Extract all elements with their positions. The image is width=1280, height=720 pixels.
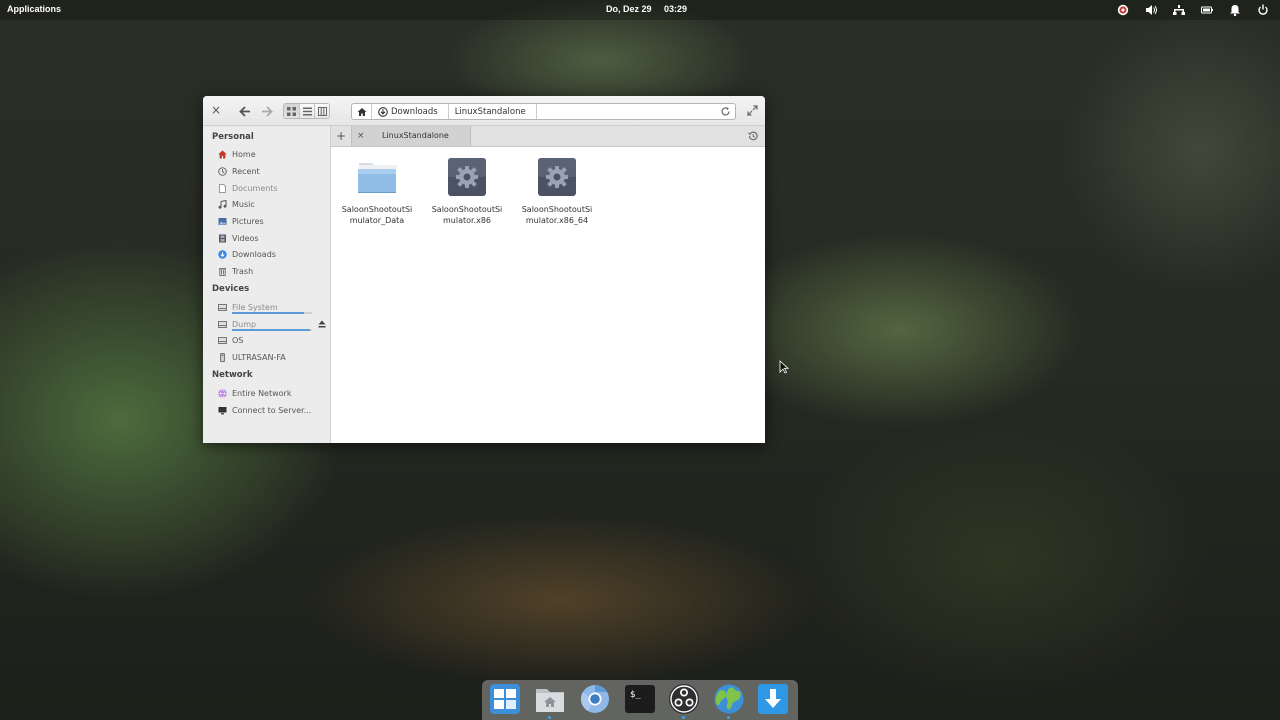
executable-gear-icon: [448, 158, 486, 196]
sidebar-item-recent[interactable]: Recent: [218, 165, 260, 177]
list-icon: [302, 107, 312, 115]
volume-icon[interactable]: [1144, 3, 1158, 17]
notifications-icon[interactable]: [1228, 3, 1242, 17]
file-item-folder[interactable]: SaloonShootoutSimulator_Data: [339, 157, 415, 226]
file-name: SaloonShootoutSimulator.x86_64: [521, 205, 593, 225]
arrow-left-icon[interactable]: [236, 103, 252, 119]
clock-time: 03:29: [664, 4, 688, 14]
network-icon: [218, 388, 227, 398]
files-icon[interactable]: [534, 683, 566, 715]
icon-view-button[interactable]: [284, 104, 299, 118]
location-bar[interactable]: Downloads LinuxStandalone: [351, 103, 736, 120]
executable-gear-icon: [538, 158, 576, 196]
file-item-executable[interactable]: SaloonShootoutSimulator.x86_64: [519, 157, 595, 226]
maximize-icon[interactable]: [747, 105, 758, 116]
sidebar-item-music[interactable]: Music: [218, 198, 255, 210]
breadcrumb-label: LinuxStandalone: [454, 106, 526, 117]
file-view[interactable]: SaloonShootoutSimulator_Data SaloonShoot…: [331, 147, 765, 443]
home-icon[interactable]: [352, 104, 372, 119]
svg-text:$_: $_: [630, 690, 641, 700]
breadcrumb-label: Downloads: [391, 106, 438, 117]
file-system-usage-bar: [232, 312, 312, 314]
breadcrumb-downloads[interactable]: Downloads: [372, 104, 449, 119]
home-icon: [218, 150, 227, 159]
tab-linuxstandalone[interactable]: × LinuxStandalone: [351, 126, 471, 146]
sidebar-section-network: Network: [212, 370, 253, 380]
mouse-cursor-icon: [779, 360, 789, 374]
sidebar-section-personal: Personal: [212, 132, 254, 142]
sidebar-item-downloads[interactable]: Downloads: [218, 248, 276, 260]
usb-drive-icon: [218, 352, 227, 362]
drive-icon: [218, 320, 227, 329]
sidebar-item-documents[interactable]: Documents: [218, 182, 278, 194]
monitor-icon: [218, 406, 227, 415]
reload-icon[interactable]: [720, 106, 731, 117]
network-icon[interactable]: [1172, 3, 1186, 17]
drive-icon: [218, 336, 227, 345]
close-icon[interactable]: ×: [210, 104, 222, 116]
running-indicator: [682, 716, 685, 719]
download-icon: [378, 106, 388, 117]
column-view-button[interactable]: [314, 104, 329, 118]
running-indicator: [727, 716, 730, 719]
multitasking-view-icon[interactable]: [489, 683, 521, 715]
columns-icon: [317, 106, 327, 116]
sidebar-item-entire-network[interactable]: Entire Network: [218, 387, 291, 399]
clock-date: Do, Dez 29: [606, 4, 652, 14]
drive-icon: [218, 303, 227, 312]
film-icon: [218, 234, 227, 243]
clock-icon: [218, 166, 227, 176]
file-name: SaloonShootoutSimulator_Data: [341, 205, 413, 225]
sidebar-item-home[interactable]: Home: [218, 148, 256, 160]
battery-icon[interactable]: [1200, 3, 1214, 17]
sidebar-section-devices: Devices: [212, 284, 250, 294]
downloader-icon[interactable]: [757, 683, 789, 715]
file-name: SaloonShootoutSimulator.x86: [431, 205, 503, 225]
applications-menu[interactable]: Applications: [7, 4, 61, 14]
arrow-right-icon[interactable]: [259, 103, 275, 119]
top-panel: Applications Do, Dez 29 03:29: [0, 0, 1280, 20]
new-tab-icon[interactable]: +: [335, 129, 347, 143]
terminal-icon[interactable]: $_: [624, 683, 656, 715]
running-indicator: [548, 716, 551, 719]
usage-fill: [232, 312, 304, 314]
obs-icon[interactable]: [668, 683, 700, 715]
sidebar-item-trash[interactable]: Trash: [218, 265, 253, 277]
list-view-button[interactable]: [299, 104, 314, 118]
file-item-executable[interactable]: SaloonShootoutSimulator.x86: [429, 157, 505, 226]
obs-tray-icon[interactable]: [1116, 3, 1130, 17]
chromium-icon[interactable]: [579, 683, 611, 715]
music-icon: [218, 199, 227, 209]
tab-label: LinuxStandalone: [382, 131, 449, 140]
grid-icon: [287, 106, 296, 116]
sidebar-item-pictures[interactable]: Pictures: [218, 215, 264, 227]
dump-usage-bar: [232, 329, 312, 331]
browser-icon[interactable]: [713, 683, 745, 715]
clock[interactable]: Do, Dez 29 03:29: [606, 4, 687, 14]
sidebar-item-ultrasan-fa[interactable]: ULTRASAN-FA: [218, 351, 286, 363]
picture-icon: [218, 217, 227, 226]
document-icon: [218, 183, 227, 193]
tab-bar: + × LinuxStandalone: [331, 126, 765, 147]
trash-icon: [218, 267, 227, 276]
power-icon[interactable]: [1256, 3, 1270, 17]
eject-icon[interactable]: [318, 320, 326, 328]
folder-icon: [358, 163, 397, 193]
indicator-area: [1116, 3, 1270, 17]
header-bar: × Downloads LinuxStandalone: [203, 96, 765, 126]
sidebar-item-os[interactable]: OS: [218, 334, 243, 346]
view-switcher: [283, 103, 330, 119]
usage-fill: [232, 329, 311, 331]
file-manager-window: × Downloads LinuxStandalone Personal Hom…: [203, 96, 765, 443]
sidebar: Personal Home Recent Documents Music Pic…: [203, 126, 331, 443]
closed-tabs-history-icon[interactable]: [747, 130, 759, 142]
breadcrumb-linuxstandalone[interactable]: LinuxStandalone: [449, 104, 537, 119]
download-icon: [218, 249, 227, 259]
sidebar-item-videos[interactable]: Videos: [218, 232, 259, 244]
sidebar-item-connect-to-server[interactable]: Connect to Server...: [218, 404, 311, 416]
tab-close-icon[interactable]: ×: [357, 131, 365, 141]
